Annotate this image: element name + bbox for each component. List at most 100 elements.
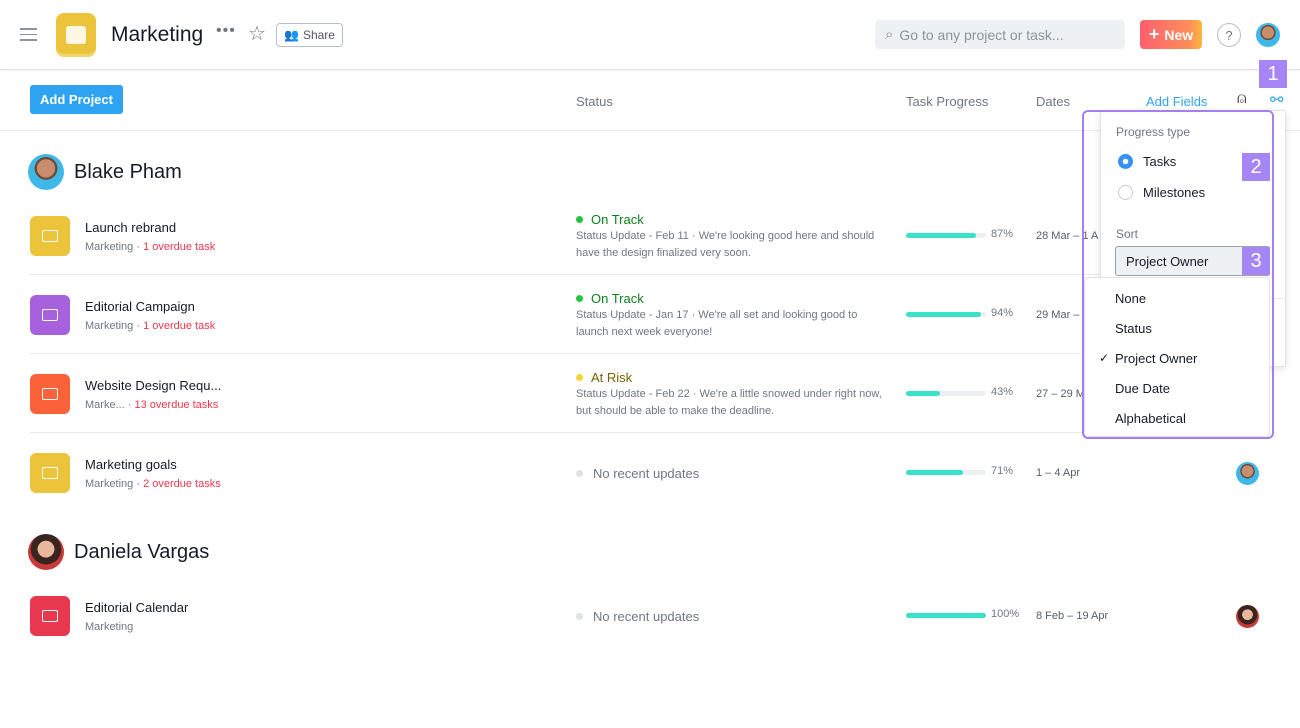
group-header-blake-pham: Blake Pham	[28, 154, 182, 190]
overdue-count: 2 overdue tasks	[143, 478, 221, 490]
table-row[interactable]: Website Design Requ... Marke... · 13 ove…	[30, 354, 1100, 433]
column-dates[interactable]: Dates	[1036, 94, 1070, 109]
status-dot	[576, 295, 583, 302]
owner-avatar	[28, 154, 64, 190]
overdue-count: 1 overdue task	[143, 241, 216, 253]
owner-name: Daniela Vargas	[74, 540, 210, 563]
date-range: 27 – 29 M	[1036, 388, 1085, 400]
project-chart-icon	[56, 13, 96, 57]
more-options-icon[interactable]: •••	[216, 22, 236, 40]
project-name[interactable]: Launch rebrand	[85, 220, 176, 235]
project-meta: Marketing	[85, 621, 133, 633]
progress-bar	[906, 391, 986, 396]
status-dot	[576, 374, 583, 381]
settings-sliders-icon[interactable]: ⚯	[1270, 90, 1283, 110]
status-cell: At Risk Status Update - Feb 22 · We're a …	[576, 370, 886, 420]
status-dot	[576, 216, 583, 223]
status-label: At Risk	[591, 370, 633, 385]
team-name: Marke...	[85, 399, 125, 411]
people-icon: 👥	[284, 28, 299, 42]
project-name[interactable]: Editorial Calendar	[85, 600, 188, 615]
help-button[interactable]: ?	[1217, 23, 1241, 47]
status-update: Status Update - Feb 11 · We're looking g…	[576, 230, 875, 259]
share-button[interactable]: 👥 Share	[276, 23, 343, 47]
progress-bar	[906, 470, 986, 475]
table-row[interactable]: Editorial Calendar Marketing No recent u…	[30, 576, 1259, 655]
table-row[interactable]: Editorial Campaign Marketing · 1 overdue…	[30, 275, 1100, 354]
group-header-daniela-vargas: Daniela Vargas	[28, 534, 209, 570]
progress-bar	[906, 233, 986, 238]
project-meta: Marketing · 1 overdue task	[85, 320, 216, 332]
hamburger-menu-icon[interactable]	[20, 24, 37, 45]
team-name: Marketing	[85, 320, 134, 332]
owner-avatar[interactable]	[1236, 462, 1259, 485]
search-placeholder: Go to any project or task...	[899, 26, 1064, 43]
status-cell: No recent updates	[576, 609, 699, 624]
person-icon[interactable]: ⍝	[1237, 90, 1247, 108]
annotation-badge-1: 1	[1259, 60, 1287, 88]
status-dot	[576, 470, 583, 477]
progress-fill	[906, 233, 976, 238]
table-row[interactable]: Marketing goals Marketing · 2 overdue ta…	[30, 433, 1259, 512]
owner-name: Blake Pham	[74, 160, 182, 183]
user-avatar[interactable]	[1256, 23, 1280, 47]
status-dot	[576, 613, 583, 620]
team-name: Marketing	[85, 478, 134, 490]
project-meta: Marketing · 2 overdue tasks	[85, 478, 221, 490]
project-name[interactable]: Marketing goals	[85, 457, 177, 472]
search-input[interactable]: ⌕ Go to any project or task...	[875, 20, 1125, 49]
status-label: No recent updates	[593, 609, 700, 624]
new-label: New	[1164, 26, 1194, 43]
annotation-badge-2: 2	[1242, 153, 1270, 181]
status-label: On Track	[591, 291, 644, 306]
project-meta: Marketing · 1 overdue task	[85, 241, 216, 253]
share-label: Share	[302, 28, 335, 42]
add-fields-link[interactable]: Add Fields	[1146, 94, 1207, 109]
overdue-count: 1 overdue task	[143, 320, 216, 332]
progress-bar	[906, 613, 986, 618]
column-status[interactable]: Status	[576, 94, 613, 109]
status-label: No recent updates	[593, 466, 700, 481]
date-range: 29 Mar –	[1036, 309, 1080, 321]
progress-percent: 43%	[991, 386, 1014, 398]
status-cell: No recent updates	[576, 466, 699, 481]
progress-fill	[906, 391, 941, 396]
progress-percent: 94%	[991, 307, 1014, 319]
table-row[interactable]: Launch rebrand Marketing · 1 overdue tas…	[30, 196, 1100, 275]
project-list-icon	[30, 596, 70, 636]
new-button[interactable]: + New	[1140, 20, 1202, 49]
plus-icon: +	[1148, 24, 1160, 44]
owner-avatar[interactable]	[1236, 605, 1259, 628]
column-task-progress[interactable]: Task Progress	[906, 94, 988, 109]
progress-fill	[906, 312, 982, 317]
project-name[interactable]: Website Design Requ...	[85, 378, 221, 393]
project-list-icon	[30, 453, 70, 493]
star-icon[interactable]: ☆	[248, 21, 266, 46]
project-board-icon	[30, 374, 70, 414]
annotation-badge-3: 3	[1242, 247, 1270, 275]
add-project-button[interactable]: Add Project	[30, 85, 123, 114]
status-cell: On Track Status Update - Jan 17 · We're a…	[576, 291, 886, 341]
status-cell: On Track Status Update - Feb 11 · We're l…	[576, 212, 886, 262]
team-name: Marketing	[85, 241, 134, 253]
owner-avatar	[28, 534, 64, 570]
search-icon: ⌕	[885, 26, 894, 43]
project-list-icon	[30, 216, 70, 256]
date-range: 1 – 4 Apr	[1036, 467, 1081, 479]
status-update: Status Update - Jan 17 · We're all set a…	[576, 309, 858, 338]
project-name[interactable]: Editorial Campaign	[85, 299, 195, 314]
progress-fill	[906, 613, 986, 618]
top-bar: Marketing ••• ☆ 👥 Share ⌕ Go to any projec…	[0, 0, 1300, 70]
project-board-icon	[30, 295, 70, 335]
progress-percent: 100%	[991, 608, 1020, 620]
progress-percent: 71%	[991, 465, 1014, 477]
status-label: On Track	[591, 212, 644, 227]
progress-fill	[906, 470, 963, 475]
status-update: Status Update - Feb 22 · We're a little …	[576, 388, 882, 417]
page-title: Marketing	[111, 23, 204, 46]
date-range: 8 Feb – 19 Apr	[1036, 610, 1109, 622]
progress-bar	[906, 312, 986, 317]
overdue-count: 13 overdue tasks	[134, 399, 219, 411]
team-name: Marketing	[85, 621, 134, 633]
progress-percent: 87%	[991, 228, 1014, 240]
